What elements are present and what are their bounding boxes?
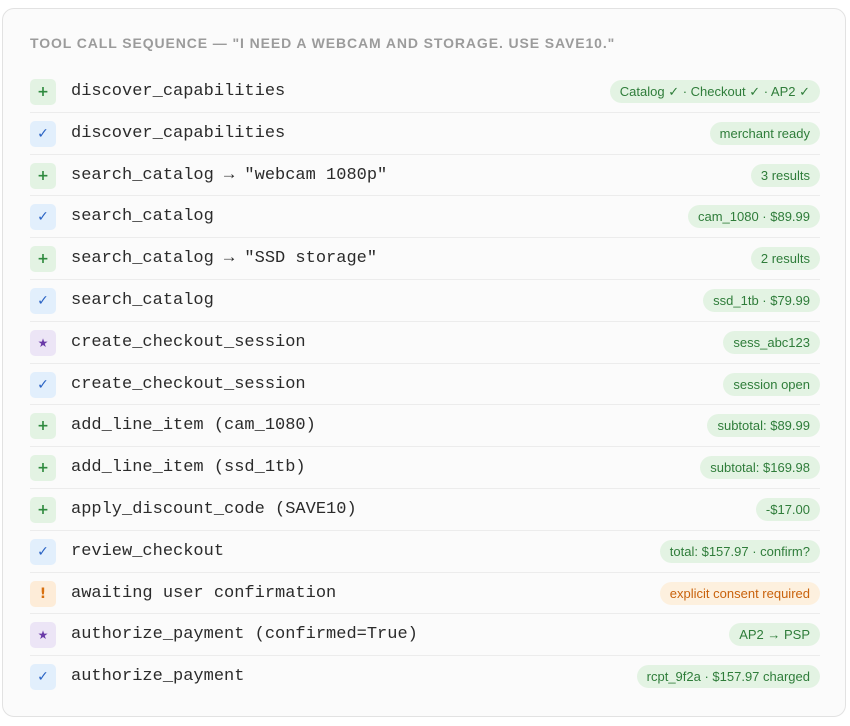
tool-call-row: + add_line_item (ssd_1tb) subtotal: $169… bbox=[30, 447, 820, 489]
tool-call-row: ★ authorize_payment (confirmed=True) AP2… bbox=[30, 614, 820, 657]
tool-call-label: search_catalog bbox=[71, 207, 214, 227]
tool-call-label: create_checkout_session bbox=[71, 374, 306, 394]
plus-icon: + bbox=[30, 413, 56, 440]
plus-icon: + bbox=[30, 496, 56, 523]
result-badge: subtotal: $169.98 bbox=[700, 456, 820, 480]
tool-call-label: search_catalog bbox=[71, 290, 214, 310]
result-badge: -$17.00 bbox=[755, 497, 820, 521]
tool-call-row: ★ create_checkout_session sess_abc123 bbox=[30, 322, 820, 364]
tool-call-label: add_line_item (cam_1080) bbox=[71, 416, 316, 436]
result-badge: rcpt_9f2a · $157.97 charged bbox=[636, 665, 820, 689]
check-icon: ✓ bbox=[30, 287, 56, 314]
result-badge: 3 results bbox=[750, 163, 820, 187]
tool-call-label: search_catalog → "webcam 1080p" bbox=[71, 165, 388, 185]
plus-icon: + bbox=[30, 246, 56, 273]
tool-call-label: discover_capabilities bbox=[71, 82, 286, 101]
tool-call-row: ✓ authorize_payment rcpt_9f2a · $157.97 … bbox=[30, 656, 820, 698]
tool-call-label: apply_discount_code (SAVE10) bbox=[71, 499, 357, 519]
sequence-title: TOOL CALL SEQUENCE — "I NEED A WEBCAM AN… bbox=[30, 35, 616, 51]
result-badge: merchant ready bbox=[709, 121, 820, 145]
plus-icon: + bbox=[30, 79, 56, 105]
tool-call-list: + discover_capabilities Catalog ✓ · Chec… bbox=[30, 71, 820, 698]
warning-icon: ! bbox=[30, 580, 56, 607]
tool-call-label: create_checkout_session bbox=[71, 332, 306, 352]
tool-call-label: authorize_payment (confirmed=True) bbox=[71, 625, 418, 645]
tool-call-row: ! awaiting user confirmation explicit co… bbox=[30, 573, 820, 615]
result-badge: Catalog ✓ · Checkout ✓ · AP2 ✓ bbox=[609, 80, 820, 103]
tool-call-row: + discover_capabilities Catalog ✓ · Chec… bbox=[30, 71, 820, 113]
result-badge: sess_abc123 bbox=[723, 330, 820, 354]
tool-call-row: ✓ search_catalog ssd_1tb · $79.99 bbox=[30, 280, 820, 322]
tool-call-label: review_checkout bbox=[71, 541, 225, 561]
star-icon: ★ bbox=[30, 329, 56, 356]
result-badge: AP2 → PSP bbox=[729, 623, 820, 647]
tool-call-label: authorize_payment bbox=[71, 667, 245, 687]
tool-call-row: + apply_discount_code (SAVE10) -$17.00 bbox=[30, 489, 820, 531]
tool-call-label: awaiting user confirmation bbox=[71, 583, 337, 603]
tool-call-row: ✓ search_catalog cam_1080 · $89.99 bbox=[30, 196, 820, 239]
tool-call-row: + add_line_item (cam_1080) subtotal: $89… bbox=[30, 405, 820, 448]
tool-call-sequence-card: TOOL CALL SEQUENCE — "I NEED A WEBCAM AN… bbox=[2, 8, 846, 717]
tool-call-label: search_catalog → "SSD storage" bbox=[71, 249, 378, 269]
check-icon: ✓ bbox=[30, 664, 56, 691]
tool-call-row: ✓ review_checkout total: $157.97 · confi… bbox=[30, 531, 820, 573]
result-badge: cam_1080 · $89.99 bbox=[687, 205, 820, 229]
result-badge: session open bbox=[723, 372, 820, 396]
tool-call-label: discover_capabilities bbox=[71, 123, 286, 143]
result-badge: ssd_1tb · $79.99 bbox=[703, 288, 820, 312]
consent-badge: explicit consent required bbox=[659, 581, 820, 605]
result-badge: subtotal: $89.99 bbox=[707, 414, 820, 438]
check-icon: ✓ bbox=[30, 371, 56, 398]
tool-call-row: + search_catalog → "webcam 1080p" 3 resu… bbox=[30, 155, 820, 197]
star-icon: ★ bbox=[30, 622, 56, 649]
result-badge: 2 results bbox=[750, 247, 820, 271]
check-icon: ✓ bbox=[30, 120, 56, 147]
plus-icon: + bbox=[30, 162, 56, 189]
tool-call-label: add_line_item (ssd_1tb) bbox=[71, 458, 306, 478]
check-icon: ✓ bbox=[30, 538, 56, 565]
plus-icon: + bbox=[30, 455, 56, 482]
tool-call-row: + search_catalog → "SSD storage" 2 resul… bbox=[30, 238, 820, 280]
check-icon: ✓ bbox=[30, 204, 56, 231]
tool-call-row: ✓ create_checkout_session session open bbox=[30, 364, 820, 406]
result-badge: total: $157.97 · confirm? bbox=[659, 539, 820, 563]
tool-call-row: ✓ discover_capabilities merchant ready bbox=[30, 113, 820, 155]
